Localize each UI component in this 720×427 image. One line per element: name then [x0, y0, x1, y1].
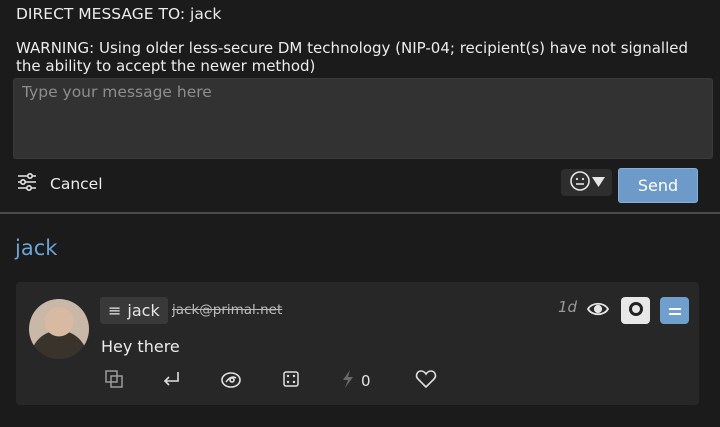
- copy-icon: [104, 369, 124, 393]
- zap-count: 0: [361, 372, 371, 390]
- copy-button[interactable]: [104, 370, 124, 392]
- nip04-warning: WARNING: Using older less-secure DM tech…: [16, 39, 688, 75]
- dice-icon: [282, 370, 300, 392]
- message-input[interactable]: [13, 78, 713, 159]
- repost-button[interactable]: [219, 370, 243, 392]
- zap-icon: [341, 369, 355, 393]
- divider: [0, 212, 720, 214]
- author-chip[interactable]: ≡ jack: [100, 297, 168, 324]
- like-button[interactable]: [415, 370, 437, 392]
- cancel-label: Cancel: [50, 175, 103, 193]
- send-button[interactable]: Send: [618, 168, 698, 203]
- eye-icon[interactable]: [586, 300, 610, 322]
- dm-header: DIRECT MESSAGE TO: jack: [16, 5, 222, 23]
- cancel-button[interactable]: Cancel: [16, 172, 103, 196]
- sliders-icon: [16, 171, 38, 197]
- chevron-down-icon: [591, 174, 605, 192]
- reply-button[interactable]: [161, 370, 181, 392]
- reply-icon: [161, 369, 181, 393]
- record-button[interactable]: [621, 297, 650, 324]
- zap-button[interactable]: 0: [341, 370, 371, 392]
- emoji-picker-button[interactable]: [561, 169, 612, 196]
- thread-title: jack: [15, 236, 58, 260]
- message-menu-button[interactable]: [660, 297, 689, 324]
- heart-icon: [415, 369, 437, 393]
- nip05-identifier: jack@primal.net: [172, 302, 283, 318]
- menu-lines-icon: ≡: [108, 301, 122, 320]
- message-content: Hey there: [101, 337, 180, 356]
- emoji-icon: [569, 170, 591, 196]
- message-time: 1d: [558, 298, 578, 316]
- repost-icon: [219, 369, 243, 393]
- avatar[interactable]: [29, 299, 89, 359]
- menu-icon: [668, 302, 681, 320]
- record-icon: [628, 301, 644, 321]
- dice-button[interactable]: [282, 370, 300, 392]
- author-name: jack: [127, 301, 160, 320]
